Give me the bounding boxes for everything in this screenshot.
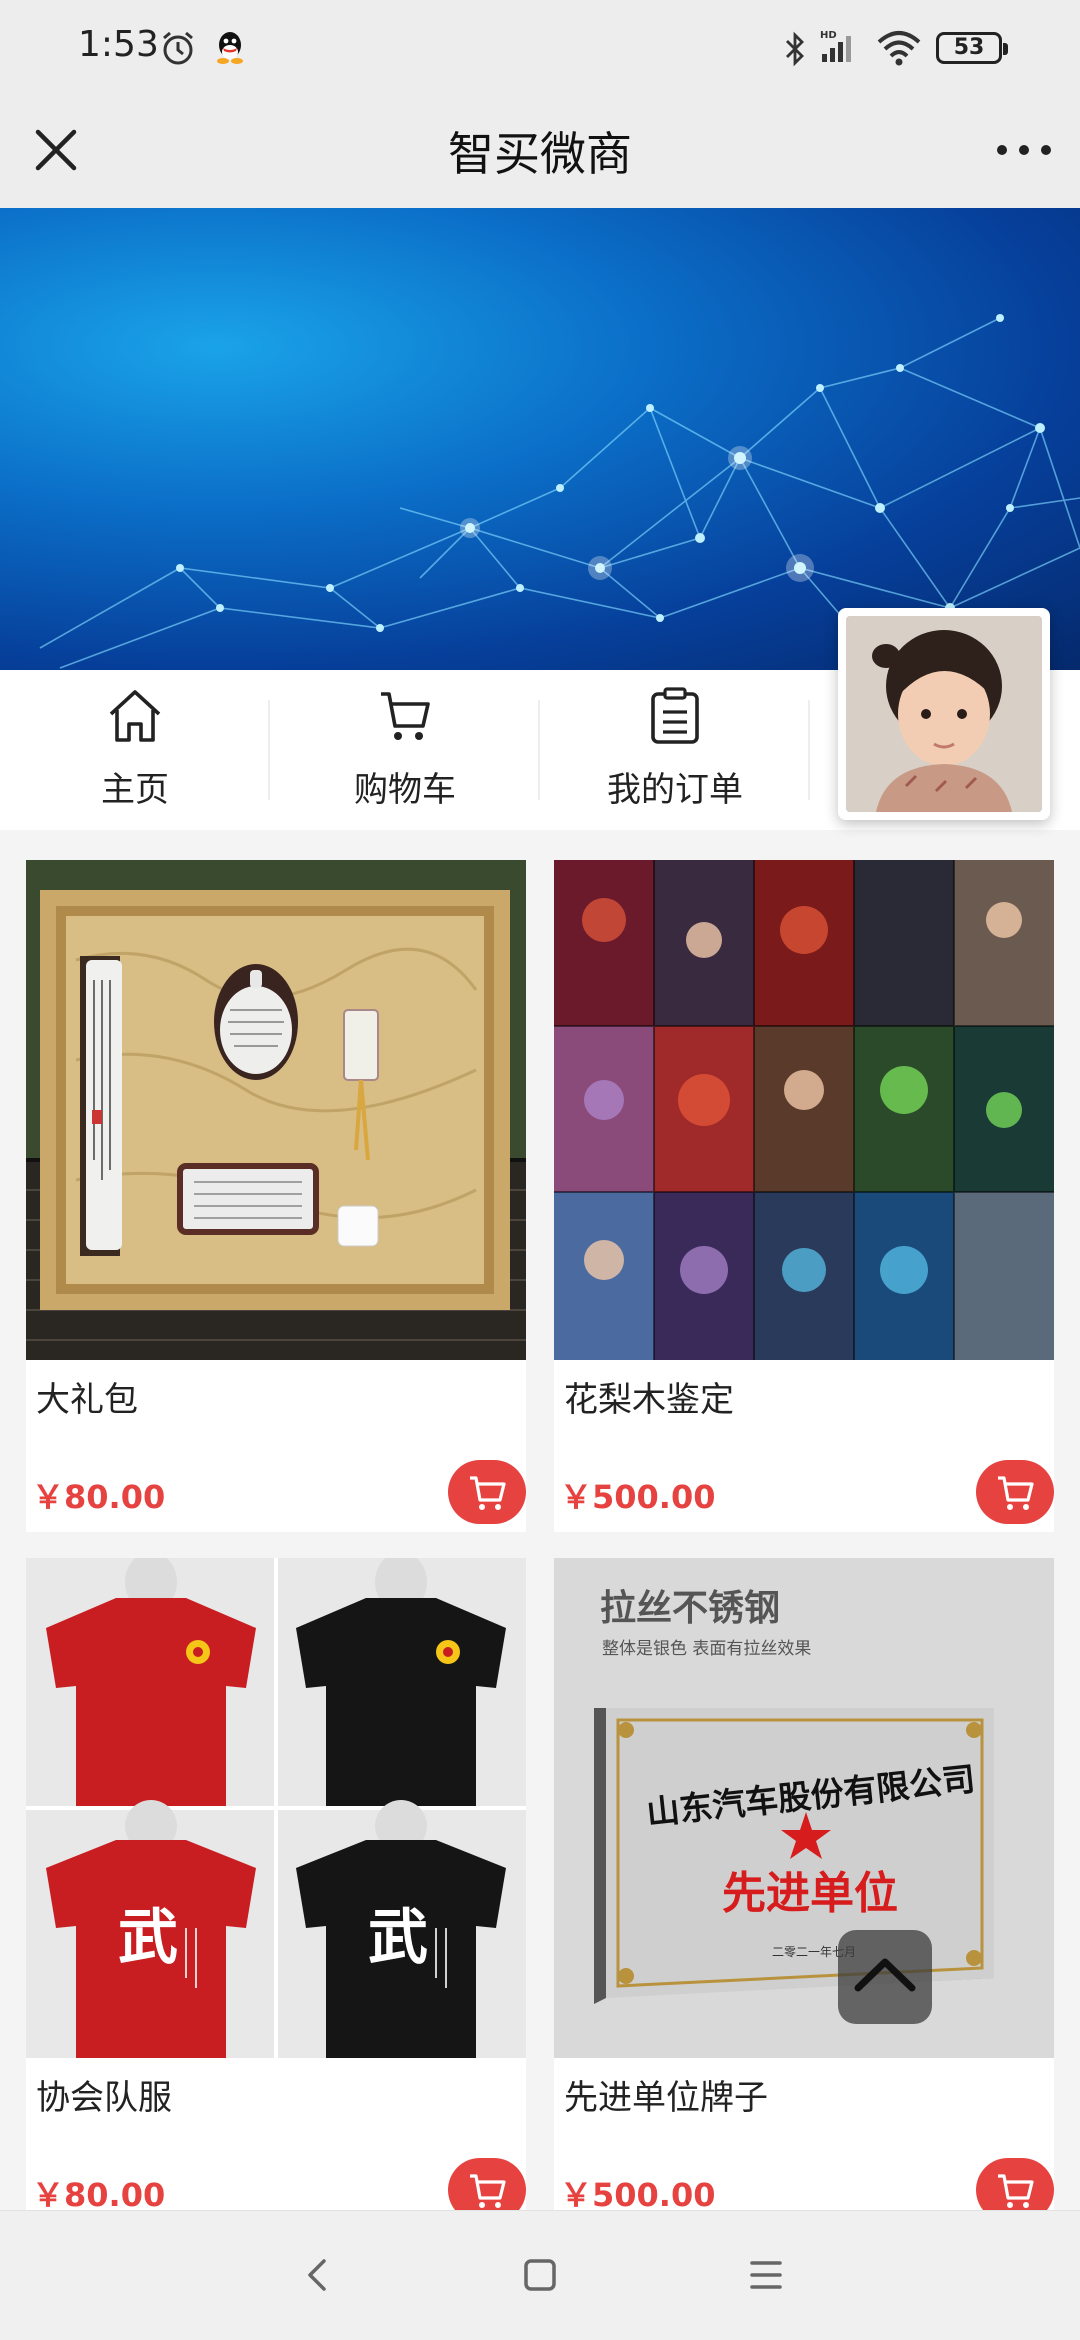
add-to-cart-button[interactable]: [448, 1460, 526, 1524]
scroll-to-top-button[interactable]: [838, 1930, 932, 2024]
product-name: 协会队服: [36, 2078, 172, 2118]
product-name: 先进单位牌子: [564, 2078, 768, 2118]
menu-icon[interactable]: [746, 2255, 786, 2295]
divider: [808, 700, 810, 800]
product-price: ￥80.00: [32, 1478, 166, 1516]
product-card[interactable]: 拉丝不锈钢 整体是银色 表面有拉丝效果 山东汽车股份有限公司 先进单位 二零二一…: [554, 1558, 1054, 2230]
network-graphic: [39, 314, 1080, 669]
product-name: 花梨木鉴定: [564, 1380, 734, 1420]
product-price: ￥500.00: [560, 1478, 716, 1516]
screen: 1:53 HD 53 智买微商 主页 购物车 我的订单 大礼包 ￥80.00 花…: [0, 0, 1080, 2340]
home-square-icon[interactable]: [520, 2255, 560, 2295]
nav-item-home[interactable]: 主页: [0, 670, 270, 830]
nav-label-cart: 购物车: [354, 770, 456, 810]
product-image: 拉丝不锈钢 整体是银色 表面有拉丝效果 山东汽车股份有限公司 先进单位 二零二一…: [554, 1558, 1054, 2058]
product-image: [554, 860, 1054, 1360]
wifi-icon: [877, 31, 921, 66]
cart-icon: [470, 1476, 506, 1510]
add-to-cart-button[interactable]: [976, 1460, 1054, 1524]
product-image: 武 武: [26, 1558, 526, 2058]
product-image: [26, 860, 526, 1360]
cart-icon: [470, 2174, 506, 2208]
nav-item-cart[interactable]: 购物车: [270, 670, 540, 830]
cart-icon: [998, 2174, 1034, 2208]
nav-item-orders[interactable]: 我的订单: [540, 670, 810, 830]
shirt-print: 武: [368, 1903, 428, 1973]
home-icon: [109, 690, 161, 742]
more-icon[interactable]: [988, 120, 1060, 180]
status-time: 1:53: [78, 24, 159, 65]
system-nav-bar: [0, 2210, 1080, 2340]
order-list-icon: [651, 687, 699, 744]
back-icon[interactable]: [298, 2255, 338, 2295]
status-bar: 1:53 HD 53: [0, 0, 1080, 96]
product-card[interactable]: 花梨木鉴定 ￥500.00: [554, 860, 1054, 1532]
cart-icon: [381, 692, 430, 740]
chevron-up-icon: [854, 1958, 916, 1992]
title-bar: 智买微商: [0, 96, 1080, 208]
signal-hd-icon: HD: [820, 30, 851, 62]
qq-icon: [217, 32, 243, 64]
alarm-icon: [163, 31, 193, 65]
cart-icon: [998, 1476, 1034, 1510]
svg-text:HD: HD: [820, 30, 837, 41]
battery-icon: 53: [936, 32, 1008, 64]
shop-avatar[interactable]: [838, 608, 1050, 820]
bluetooth-icon: [786, 31, 804, 67]
nav-label-orders: 我的订单: [607, 770, 743, 810]
plaque-subtitle: 整体是银色 表面有拉丝效果: [602, 1639, 811, 1659]
nav-label-home: 主页: [101, 770, 169, 810]
product-card[interactable]: 武 武 协会队服 ￥80.00: [26, 1558, 526, 2230]
shirt-print: 武: [118, 1903, 178, 1973]
plaque-title: 拉丝不锈钢: [600, 1588, 780, 1629]
product-card[interactable]: 大礼包 ￥80.00: [26, 860, 526, 1532]
avatar-photo: [846, 616, 1042, 812]
banner-image[interactable]: [0, 208, 1080, 670]
plaque-award: 先进单位: [722, 1868, 898, 1919]
page-title: 智买微商: [448, 127, 632, 181]
product-name: 大礼包: [36, 1380, 138, 1420]
